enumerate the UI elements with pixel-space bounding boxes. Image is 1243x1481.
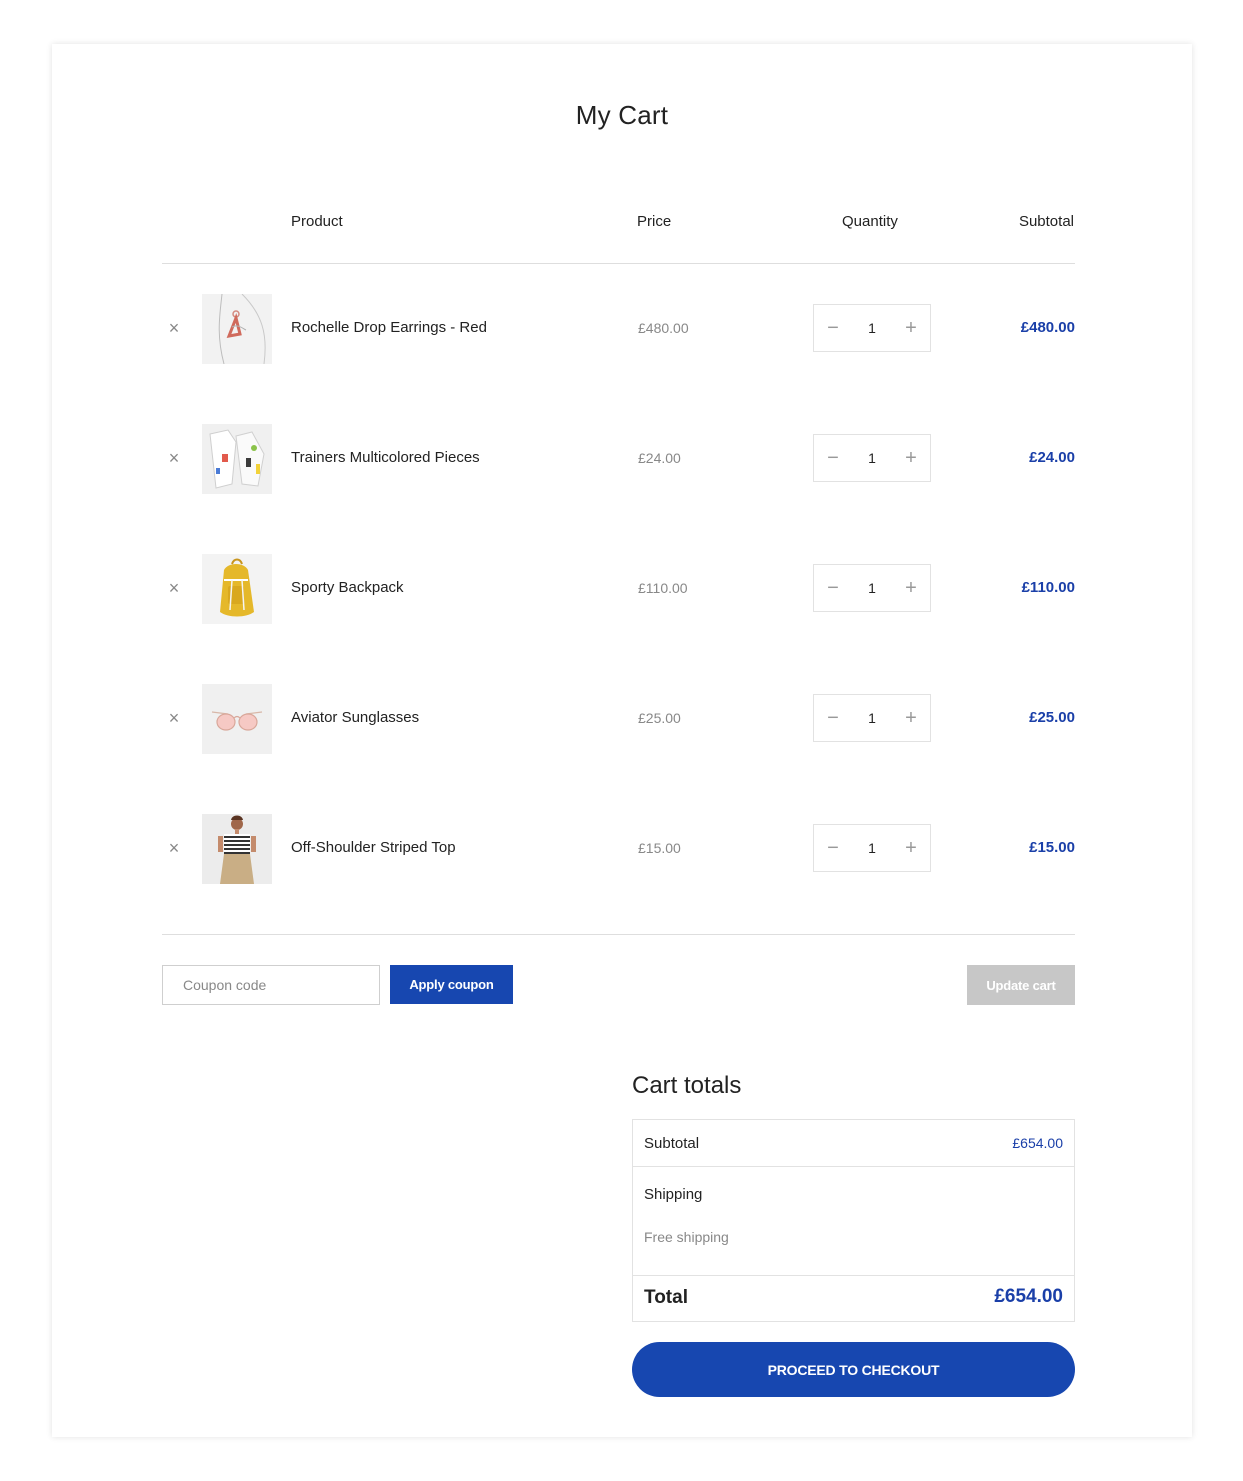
backpack-image[interactable] (202, 554, 272, 624)
product-subtotal: £480.00 (1020, 319, 1075, 336)
striped-top-image[interactable] (202, 814, 272, 884)
quantity-stepper: − + (813, 564, 931, 612)
remove-item-icon[interactable]: × (162, 836, 186, 860)
trainers-image[interactable] (202, 424, 272, 494)
totals-total-row: Total £654.00 (633, 1275, 1074, 1321)
decrease-quantity-button[interactable]: − (814, 695, 852, 741)
coupon-code-input[interactable] (162, 965, 380, 1005)
totals-subtotal-label: Subtotal (644, 1135, 700, 1152)
decrease-quantity-button[interactable]: − (814, 305, 852, 351)
product-name[interactable]: Sporty Backpack (291, 579, 404, 596)
totals-subtotal-value: £654.00 (1012, 1135, 1063, 1151)
update-cart-button[interactable]: Update cart (967, 965, 1075, 1005)
proceed-to-checkout-button[interactable]: PROCEED TO CHECKOUT (632, 1342, 1075, 1397)
quantity-stepper: − + (813, 304, 931, 352)
header-price: Price (637, 213, 672, 230)
remove-item-icon[interactable]: × (162, 706, 186, 730)
quantity-input[interactable] (852, 435, 892, 481)
cart-card: My Cart Product Price Quantity Subtotal … (52, 44, 1192, 1437)
page-title: My Cart (575, 100, 669, 130)
decrease-quantity-button[interactable]: − (814, 435, 852, 481)
product-price: £480.00 (638, 320, 689, 336)
earrings-image[interactable] (202, 294, 272, 364)
totals-total-value: £654.00 (994, 1286, 1063, 1307)
product-name[interactable]: Rochelle Drop Earrings - Red (291, 319, 487, 336)
remove-item-icon[interactable]: × (162, 446, 186, 470)
sunglasses-image[interactable] (202, 684, 272, 754)
product-subtotal: £15.00 (1029, 839, 1075, 856)
cart-row: × Rochelle Drop Earrings - Red £480.00 −… (162, 294, 1075, 364)
increase-quantity-button[interactable]: + (892, 305, 930, 351)
totals-shipping-row: Shipping Free shipping (633, 1166, 1074, 1276)
product-subtotal: £25.00 (1029, 709, 1075, 726)
quantity-stepper: − + (813, 694, 931, 742)
items-divider (162, 934, 1075, 935)
increase-quantity-button[interactable]: + (892, 825, 930, 871)
product-price: £15.00 (638, 840, 681, 856)
cart-row: × Off-Shoulder Striped Top £15.00 − 1 + … (162, 814, 1075, 884)
quantity-stepper: − + (813, 824, 931, 872)
product-name[interactable]: Off-Shoulder Striped Top (291, 839, 456, 856)
remove-item-icon[interactable]: × (162, 316, 186, 340)
product-name[interactable]: Aviator Sunglasses (291, 709, 419, 726)
increase-quantity-button[interactable]: + (892, 565, 930, 611)
quantity-input[interactable] (852, 565, 892, 611)
totals-total-label: Total (644, 1287, 688, 1308)
product-price: £24.00 (638, 450, 681, 466)
decrease-quantity-button[interactable]: − (814, 565, 852, 611)
quantity-input[interactable] (852, 825, 892, 871)
remove-item-icon[interactable]: × (162, 576, 186, 600)
cart-row: × Trainers Multicolored Pieces £24.00 − … (162, 424, 1075, 494)
increase-quantity-button[interactable]: + (892, 435, 930, 481)
product-price: £110.00 (638, 580, 688, 596)
totals-subtotal-row: Subtotal £654.00 (633, 1120, 1074, 1167)
apply-coupon-button[interactable]: Apply coupon (390, 965, 513, 1004)
product-price: £25.00 (638, 710, 681, 726)
totals-shipping-label: Shipping (644, 1186, 703, 1203)
increase-quantity-button[interactable]: + (892, 695, 930, 741)
header-product: Product (291, 213, 343, 230)
quantity-stepper: − + (813, 434, 931, 482)
product-subtotal: £110.00 (1021, 579, 1075, 596)
cart-row: × Sporty Backpack £110.00 − + £110.00 (162, 554, 1075, 624)
header-divider (162, 263, 1075, 264)
header-quantity: Quantity (842, 213, 898, 230)
product-subtotal: £24.00 (1029, 449, 1075, 466)
totals-shipping-value: Free shipping (644, 1229, 729, 1245)
cart-totals-table: Subtotal £654.00 Shipping Free shipping … (632, 1119, 1075, 1322)
quantity-input[interactable] (852, 695, 892, 741)
cart-totals-title: Cart totals (632, 1072, 742, 1099)
product-name[interactable]: Trainers Multicolored Pieces (291, 449, 480, 466)
quantity-input[interactable] (852, 305, 892, 351)
decrease-quantity-button[interactable]: − (814, 825, 852, 871)
cart-row: × Aviator Sunglasses £25.00 − + £25.00 (162, 684, 1075, 754)
header-subtotal: Subtotal (1018, 213, 1074, 230)
